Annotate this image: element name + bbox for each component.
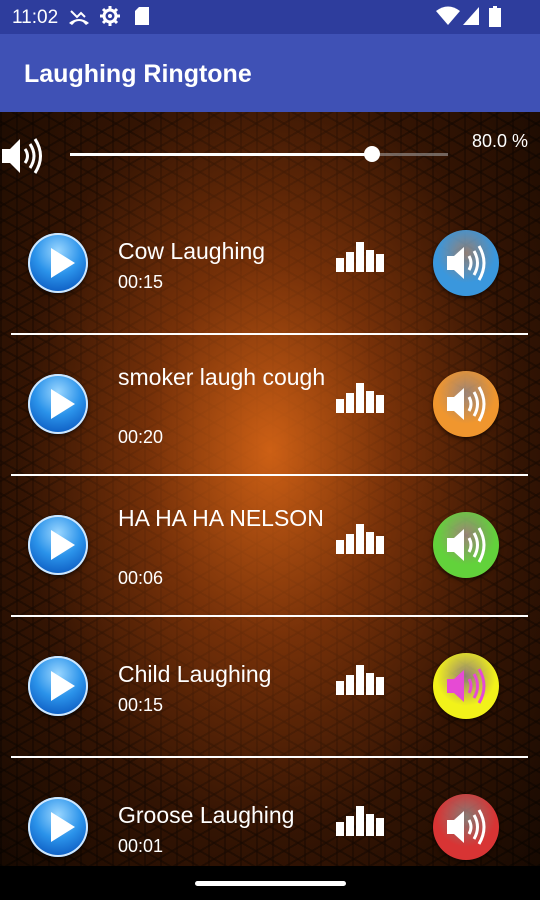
- volume-percent: 80.0 %: [471, 131, 528, 151]
- ringtone-duration: 00:15: [118, 695, 164, 715]
- speaker-icon: [447, 245, 486, 281]
- equalizer-icon: [336, 806, 392, 841]
- ringtone-row[interactable]: Child Laughing 00:15: [0, 613, 540, 754]
- ringtone-title: smoker laugh cough: [118, 364, 326, 390]
- set-ringtone-button[interactable]: [433, 512, 499, 578]
- play-icon: [51, 530, 75, 560]
- sd-card-icon: [135, 7, 149, 25]
- ringtone-title: Cow Laughing: [118, 238, 266, 264]
- volume-slider-thumb[interactable]: [364, 146, 381, 162]
- ringtone-duration: 00:15: [118, 272, 164, 292]
- play-button[interactable]: [28, 656, 88, 716]
- play-icon: [51, 389, 75, 419]
- set-ringtone-button[interactable]: [433, 371, 499, 437]
- app-bar: Laughing Ringtone: [0, 34, 540, 112]
- ringtone-duration: 00:06: [118, 568, 164, 588]
- status-time: 11:02: [12, 7, 59, 28]
- equalizer-icon: [336, 242, 392, 277]
- set-ringtone-button[interactable]: [433, 794, 499, 860]
- speaker-icon: [447, 668, 486, 704]
- ringtone-duration: 00:01: [118, 836, 164, 856]
- settings-icon: [100, 6, 120, 26]
- set-ringtone-button[interactable]: [433, 653, 499, 719]
- play-icon: [51, 812, 75, 842]
- equalizer-icon: [336, 383, 392, 418]
- play-button[interactable]: [28, 797, 88, 857]
- ringtone-list-area[interactable]: 80.0 % Cow Laughing 00:15 smoker laugh c…: [0, 112, 540, 866]
- ringtone-title: Child Laughing: [118, 661, 272, 687]
- signal-icon: [463, 7, 479, 25]
- ringtone-row[interactable]: smoker laugh cough 00:20: [0, 331, 540, 472]
- volume-slider-fill: [70, 153, 373, 156]
- speaker-icon: [447, 527, 486, 563]
- play-button[interactable]: [28, 374, 88, 434]
- app-title: Laughing Ringtone: [24, 60, 252, 88]
- speaker-icon: [447, 386, 486, 422]
- equalizer-icon: [336, 665, 392, 700]
- navigation-bar: [0, 866, 540, 900]
- ringtone-title: Groose Laughing: [118, 802, 295, 828]
- speaker-icon: [447, 809, 486, 845]
- play-button[interactable]: [28, 233, 88, 293]
- ringtone-row[interactable]: Cow Laughing 00:15: [0, 190, 540, 331]
- play-icon: [51, 248, 75, 278]
- set-ringtone-button[interactable]: [433, 230, 499, 296]
- equalizer-icon: [336, 524, 392, 559]
- ringtone-row[interactable]: Groose Laughing 00:01: [0, 754, 540, 866]
- ringtone-duration: 00:20: [118, 427, 164, 447]
- home-gesture-handle[interactable]: [195, 881, 346, 886]
- status-bar: 11:02: [0, 0, 540, 34]
- battery-icon: [489, 6, 501, 27]
- volume-slider[interactable]: [70, 146, 448, 162]
- play-icon: [51, 671, 75, 701]
- ringtone-title: HA HA HA NELSON: [118, 505, 324, 531]
- missed-call-icon: [69, 10, 89, 25]
- play-button[interactable]: [28, 515, 88, 575]
- speaker-icon[interactable]: [0, 134, 44, 178]
- ringtone-row[interactable]: HA HA HA NELSON 00:06: [0, 472, 540, 613]
- wifi-icon: [436, 6, 460, 25]
